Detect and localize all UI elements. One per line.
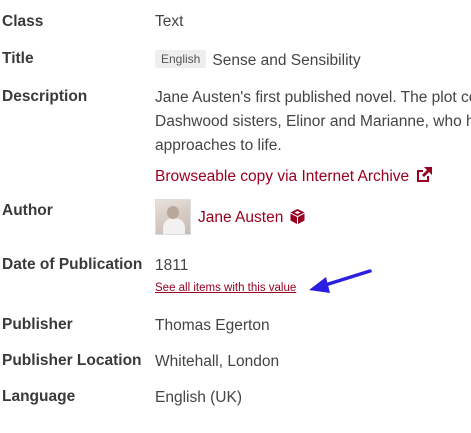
description-label: Description xyxy=(2,88,88,105)
author-avatar[interactable] xyxy=(155,199,191,235)
internet-archive-link-wrap: Browseable copy via Internet Archive xyxy=(155,166,433,189)
title-value: Sense and Sensibility xyxy=(212,52,361,69)
title-value-wrap: English Sense and Sensibility xyxy=(155,50,361,70)
description-line-2: Dashwood sisters, Elinor and Marianne, w… xyxy=(155,113,471,130)
description-line-3: approaches to life. xyxy=(155,137,282,154)
publisher-location-value: Whitehall, London xyxy=(155,353,280,370)
publisher-location-label: Publisher Location xyxy=(2,352,142,369)
item-metadata-panel: Class Text Title English Sense and Sensib… xyxy=(0,0,471,433)
cube-icon[interactable] xyxy=(289,208,306,230)
date-value: 1811 xyxy=(155,257,189,274)
language-label: Language xyxy=(2,388,76,405)
author-link-wrap: Jane Austen xyxy=(198,208,306,230)
arrow-annotation xyxy=(309,269,372,293)
internet-archive-link[interactable]: Browseable copy via Internet Archive xyxy=(155,168,409,185)
author-label: Author xyxy=(2,202,53,219)
author-link[interactable]: Jane Austen xyxy=(198,209,283,226)
language-value: English (UK) xyxy=(155,389,242,406)
publisher-value: Thomas Egerton xyxy=(155,317,270,334)
date-label: Date of Publication xyxy=(2,256,143,273)
external-link-icon[interactable] xyxy=(415,166,433,189)
publisher-label: Publisher xyxy=(2,316,73,333)
see-all-items-link[interactable]: See all items with this value xyxy=(155,282,296,294)
class-label: Class xyxy=(2,13,44,30)
class-value: Text xyxy=(155,13,184,30)
title-label: Title xyxy=(2,50,34,67)
language-badge: English xyxy=(155,50,207,68)
description-line-1: Jane Austen's first published novel. The… xyxy=(155,89,471,106)
